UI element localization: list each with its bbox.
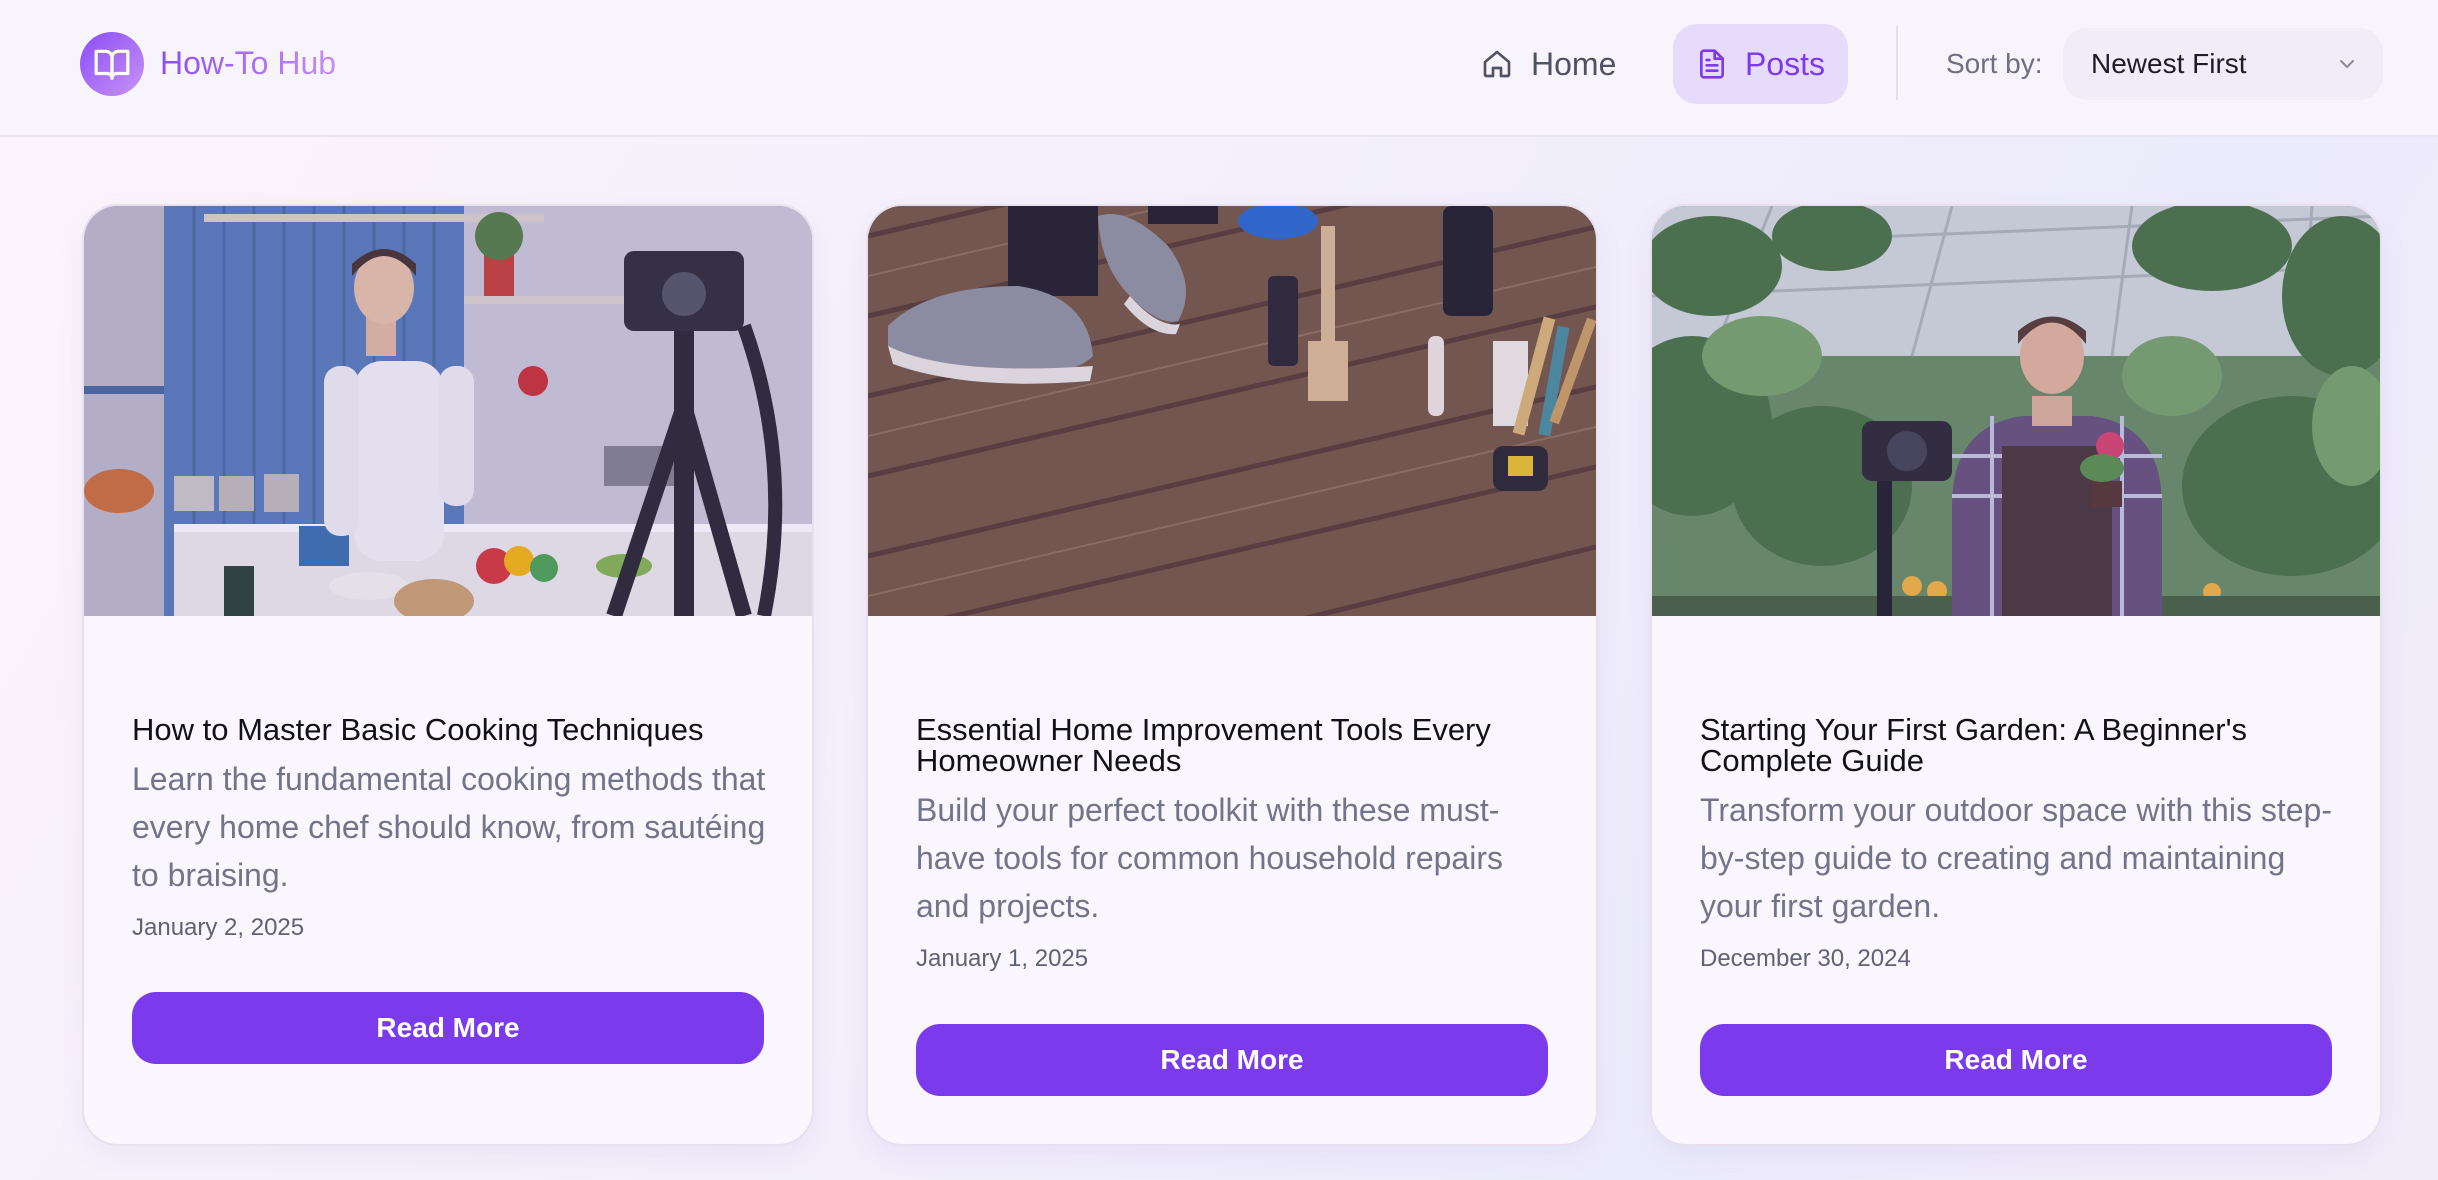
post-date: January 1, 2025	[916, 945, 1089, 972]
post-card-body: Essential Home Improvement Tools Every H…	[916, 714, 1556, 974]
sort-selected-value: Newest First	[2091, 48, 2247, 79]
post-title[interactable]: Essential Home Improvement Tools Every H…	[916, 714, 1556, 776]
post-description: Build your perfect toolkit with these mu…	[916, 792, 1503, 924]
home-icon	[1483, 50, 1511, 78]
nav-posts-label: Posts	[1745, 45, 1826, 82]
post-date: January 2, 2025	[132, 914, 305, 941]
read-more-button[interactable]: Read More	[916, 1024, 1548, 1096]
nav-home-label: Home	[1531, 45, 1617, 82]
top-navbar: How-To Hub Home Posts Sort by: Newest Fi…	[0, 0, 2438, 137]
logo-badge[interactable]	[80, 32, 144, 96]
sort-label: Sort by:	[1946, 48, 2043, 79]
open-book-icon	[94, 49, 130, 80]
post-description: Learn the fundamental cooking methods th…	[132, 761, 766, 893]
document-icon	[1700, 49, 1724, 79]
post-title[interactable]: Starting Your First Garden: A Beginner's…	[1700, 714, 2340, 776]
logo-text[interactable]: How-To Hub	[160, 43, 336, 83]
read-more-button[interactable]: Read More	[1700, 1024, 2332, 1096]
post-title[interactable]: How to Master Basic Cooking Techniques	[132, 714, 772, 745]
post-image-tools[interactable]	[868, 206, 1596, 616]
chevron-down-icon	[2340, 60, 2354, 68]
post-description: Transform your outdoor space with this s…	[1700, 792, 2332, 924]
post-card: Essential Home Improvement Tools Every H…	[866, 204, 1598, 1146]
post-card-body: How to Master Basic Cooking Techniques L…	[132, 714, 772, 943]
nav-posts[interactable]: Posts	[1673, 24, 1848, 104]
post-card: How to Master Basic Cooking Techniques L…	[82, 204, 814, 1146]
post-card-body: Starting Your First Garden: A Beginner's…	[1700, 714, 2340, 974]
post-image-garden[interactable]	[1652, 206, 2380, 616]
post-image-cooking[interactable]	[84, 206, 812, 616]
post-card: Starting Your First Garden: A Beginner's…	[1650, 204, 2382, 1146]
sort-select[interactable]: Newest First	[2063, 28, 2383, 100]
nav-home[interactable]: Home	[1467, 24, 1627, 104]
read-more-button[interactable]: Read More	[132, 992, 764, 1064]
post-date: December 30, 2024	[1700, 945, 1911, 972]
nav-divider	[1896, 26, 1898, 100]
